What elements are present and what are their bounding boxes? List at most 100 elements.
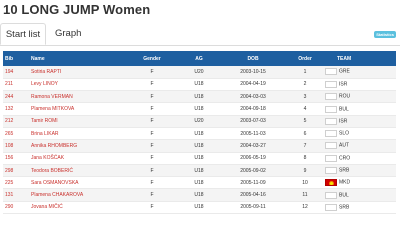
- table-row[interactable]: 212 Tamir ROMI F U20 2003-07-03 5 ISR: [3, 115, 396, 128]
- team-code: ISR: [339, 81, 348, 88]
- athlete-name-link[interactable]: Brina LIKAR: [29, 127, 125, 141]
- athlete-order: 12: [287, 201, 323, 215]
- tab-start-list[interactable]: Start list: [0, 23, 46, 45]
- athlete-name-link[interactable]: Jana KOŠĆAK: [29, 152, 125, 165]
- team-code: MKD: [339, 179, 351, 186]
- blank-flag-icon: [325, 117, 337, 125]
- athlete-order: 5: [287, 115, 323, 128]
- table-row[interactable]: 244 Ramona VERMAN F U18 2004-03-03 3 ROU: [3, 90, 396, 104]
- athlete-gender: F: [125, 164, 179, 178]
- athlete-bib[interactable]: 156: [3, 152, 29, 165]
- athlete-dob: 2003-07-03: [219, 115, 287, 128]
- col-header-team[interactable]: TEAM: [323, 51, 396, 66]
- athlete-bib[interactable]: 265: [3, 127, 29, 141]
- athlete-gender: F: [125, 102, 179, 116]
- athlete-bib[interactable]: 298: [3, 164, 29, 178]
- athlete-age-group: U18: [179, 164, 219, 178]
- col-header-gender[interactable]: Gender: [125, 51, 179, 66]
- athlete-dob: 2005-09-11: [219, 201, 287, 215]
- athlete-gender: F: [125, 90, 179, 104]
- blank-flag-icon: [325, 93, 337, 101]
- athlete-bib[interactable]: 131: [3, 188, 29, 202]
- table-row[interactable]: 290 Jovana MIČIĆ F U18 2005-09-11 12 SRB: [3, 201, 396, 215]
- athlete-name-link[interactable]: Tamir ROMI: [29, 115, 125, 128]
- athlete-bib[interactable]: 194: [3, 66, 29, 79]
- athlete-name-link[interactable]: Jovana MIČIĆ: [29, 201, 125, 215]
- team-code: ROU: [339, 93, 351, 100]
- athlete-gender: F: [125, 78, 179, 92]
- table-row[interactable]: 265 Brina LIKAR F U18 2005-11-03 6 SLO: [3, 127, 396, 141]
- athlete-order: 10: [287, 176, 323, 190]
- table-row[interactable]: 131 Plamena CHAKAROVA F U18 2005-04-16 11 BUL: [3, 188, 396, 202]
- athlete-age-group: U18: [179, 152, 219, 165]
- athlete-gender: F: [125, 188, 179, 202]
- col-header-ag[interactable]: AG: [179, 51, 219, 66]
- team-code: BUL: [339, 192, 349, 199]
- athlete-dob: 2005-09-02: [219, 164, 287, 178]
- athlete-name-link[interactable]: Teodora BOBERIĆ: [29, 164, 125, 178]
- athlete-name-link[interactable]: Sara OSMANOVSKA: [29, 176, 125, 190]
- athlete-team: MKD: [323, 176, 396, 190]
- athlete-age-group: U20: [179, 115, 219, 128]
- athlete-team: GRE: [323, 66, 396, 79]
- athlete-order: 8: [287, 152, 323, 165]
- mkd-flag-icon: [325, 179, 337, 187]
- athlete-order: 7: [287, 139, 323, 153]
- athlete-team: SRB: [323, 201, 396, 215]
- athlete-name-link[interactable]: Plamena MITKOVA: [29, 102, 125, 116]
- athlete-bib[interactable]: 212: [3, 115, 29, 128]
- athlete-gender: F: [125, 66, 179, 79]
- blank-flag-icon: [325, 142, 337, 150]
- table-row[interactable]: 225 Sara OSMANOVSKA F U18 2005-11-09 10 MKD: [3, 176, 396, 190]
- blank-flag-icon: [325, 191, 337, 199]
- table-row[interactable]: 108 Annika RHOMBERG F U18 2004-03-27 7 AUT: [3, 139, 396, 153]
- athlete-age-group: U18: [179, 201, 219, 215]
- athlete-dob: 2005-11-03: [219, 127, 287, 141]
- col-header-dob[interactable]: DOB: [219, 51, 287, 66]
- athlete-bib[interactable]: 225: [3, 176, 29, 190]
- table-row[interactable]: 194 Sotiria RAPTI F U20 2003-10-15 1 GRE: [3, 66, 396, 79]
- athlete-bib[interactable]: 290: [3, 201, 29, 215]
- tab-graph[interactable]: Graph: [55, 23, 81, 45]
- athlete-order: 4: [287, 102, 323, 116]
- col-header-bib[interactable]: Bib: [3, 51, 29, 66]
- tab-bar: Start list Graph: [0, 23, 400, 46]
- table-row[interactable]: 156 Jana KOŠĆAK F U18 2006-05-19 8 CRO: [3, 152, 396, 165]
- athlete-name-link[interactable]: Ramona VERMAN: [29, 90, 125, 104]
- statistics-badge[interactable]: Statistics: [374, 31, 396, 38]
- athlete-gender: F: [125, 176, 179, 190]
- athlete-dob: 2005-04-16: [219, 188, 287, 202]
- athlete-order: 11: [287, 188, 323, 202]
- table-row[interactable]: 298 Teodora BOBERIĆ F U18 2005-09-02 9 SRB: [3, 164, 396, 178]
- col-header-name[interactable]: Name: [29, 51, 125, 66]
- athlete-age-group: U18: [179, 176, 219, 190]
- athlete-dob: 2003-10-15: [219, 66, 287, 79]
- athlete-name-link[interactable]: Levy LINOY: [29, 78, 125, 92]
- team-code: AUT: [339, 142, 349, 149]
- blank-flag-icon: [325, 154, 337, 162]
- col-header-order[interactable]: Order: [287, 51, 323, 66]
- table-row[interactable]: 132 Plamena MITKOVA F U18 2004-09-18 4 BUL: [3, 102, 396, 116]
- team-code: GRE: [339, 68, 350, 75]
- athlete-name-link[interactable]: Sotiria RAPTI: [29, 66, 125, 79]
- athlete-bib[interactable]: 211: [3, 78, 29, 92]
- athlete-age-group: U18: [179, 78, 219, 92]
- athlete-gender: F: [125, 127, 179, 141]
- athlete-name-link[interactable]: Annika RHOMBERG: [29, 139, 125, 153]
- athlete-bib[interactable]: 108: [3, 139, 29, 153]
- team-code: BUL: [339, 106, 349, 113]
- athlete-team: ISR: [323, 78, 396, 92]
- team-code: SRB: [339, 204, 350, 211]
- table-header-row: Bib Name Gender AG DOB Order TEAM: [3, 51, 396, 66]
- athlete-gender: F: [125, 152, 179, 165]
- athlete-name-link[interactable]: Plamena CHAKAROVA: [29, 188, 125, 202]
- blank-flag-icon: [325, 203, 337, 211]
- team-code: ISR: [339, 118, 348, 125]
- athlete-age-group: U18: [179, 90, 219, 104]
- athlete-bib[interactable]: 132: [3, 102, 29, 116]
- athlete-dob: 2004-09-18: [219, 102, 287, 116]
- athlete-bib[interactable]: 244: [3, 90, 29, 104]
- team-code: CRO: [339, 155, 351, 162]
- table-row[interactable]: 211 Levy LINOY F U18 2004-04-19 2 ISR: [3, 78, 396, 92]
- athlete-age-group: U18: [179, 127, 219, 141]
